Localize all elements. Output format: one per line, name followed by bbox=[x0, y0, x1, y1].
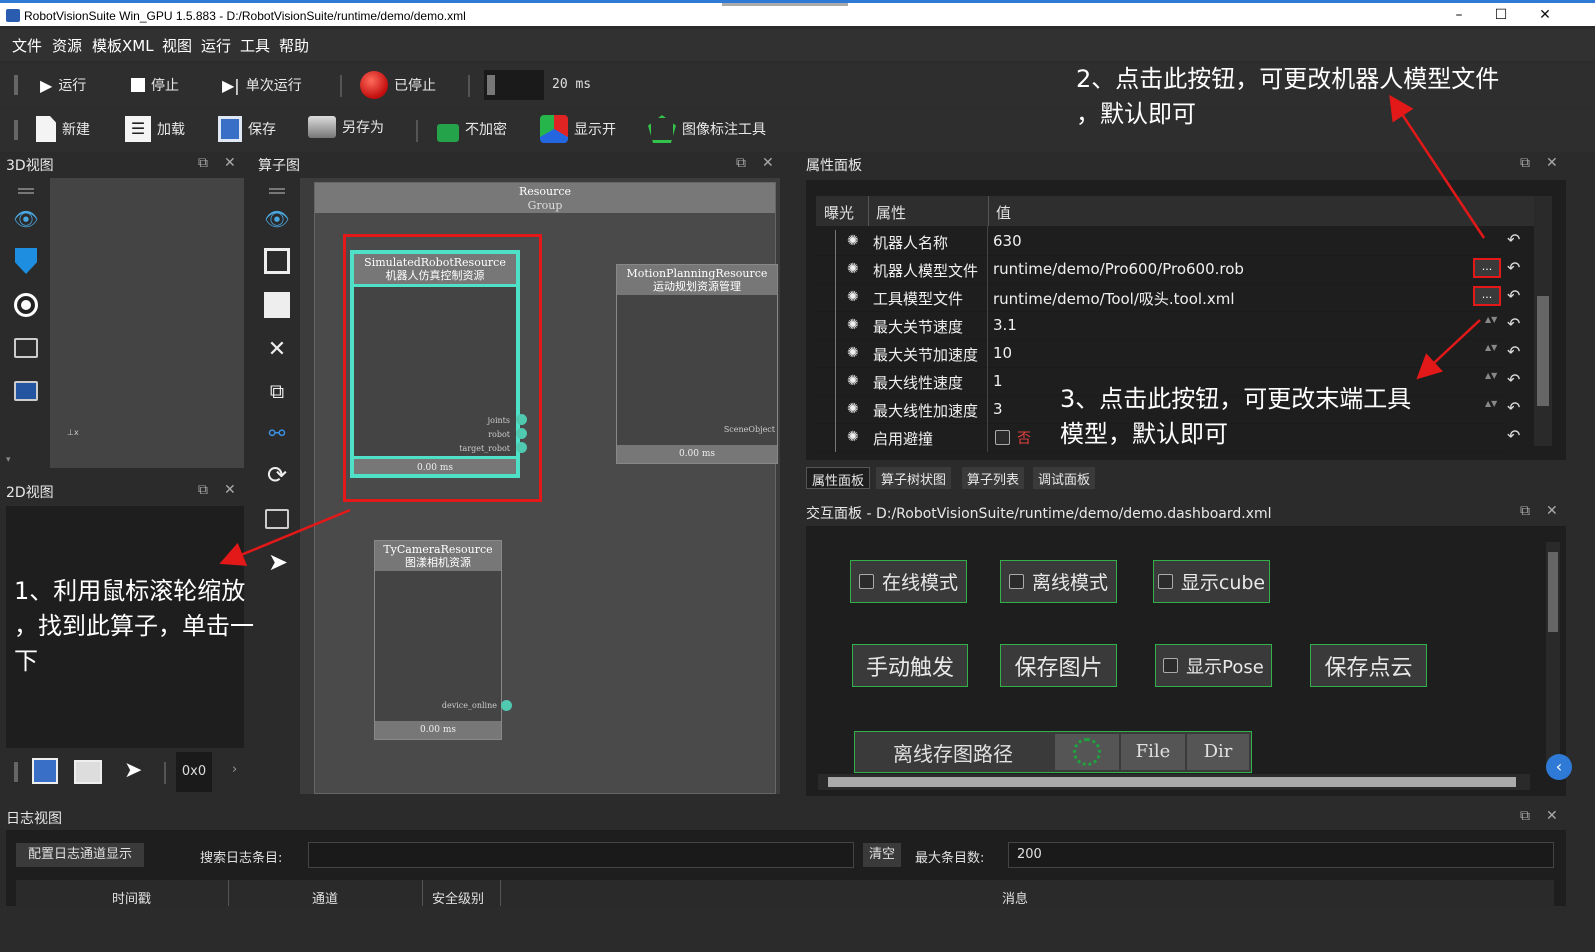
annotation-1: 1、利用鼠标滚轮缩放 ，找到此算子，单击一 下 bbox=[14, 577, 254, 675]
arrow-1 bbox=[219, 508, 351, 566]
annotation-3: 3、点击此按钮，可更改末端工具 模型，默认即可 bbox=[1060, 385, 1412, 448]
annotation-2: 2、点击此按钮，可更改机器人模型文件 ，默认即可 bbox=[1076, 65, 1500, 128]
annotation-arrows bbox=[219, 94, 1486, 566]
arrow-3 bbox=[1416, 319, 1481, 380]
